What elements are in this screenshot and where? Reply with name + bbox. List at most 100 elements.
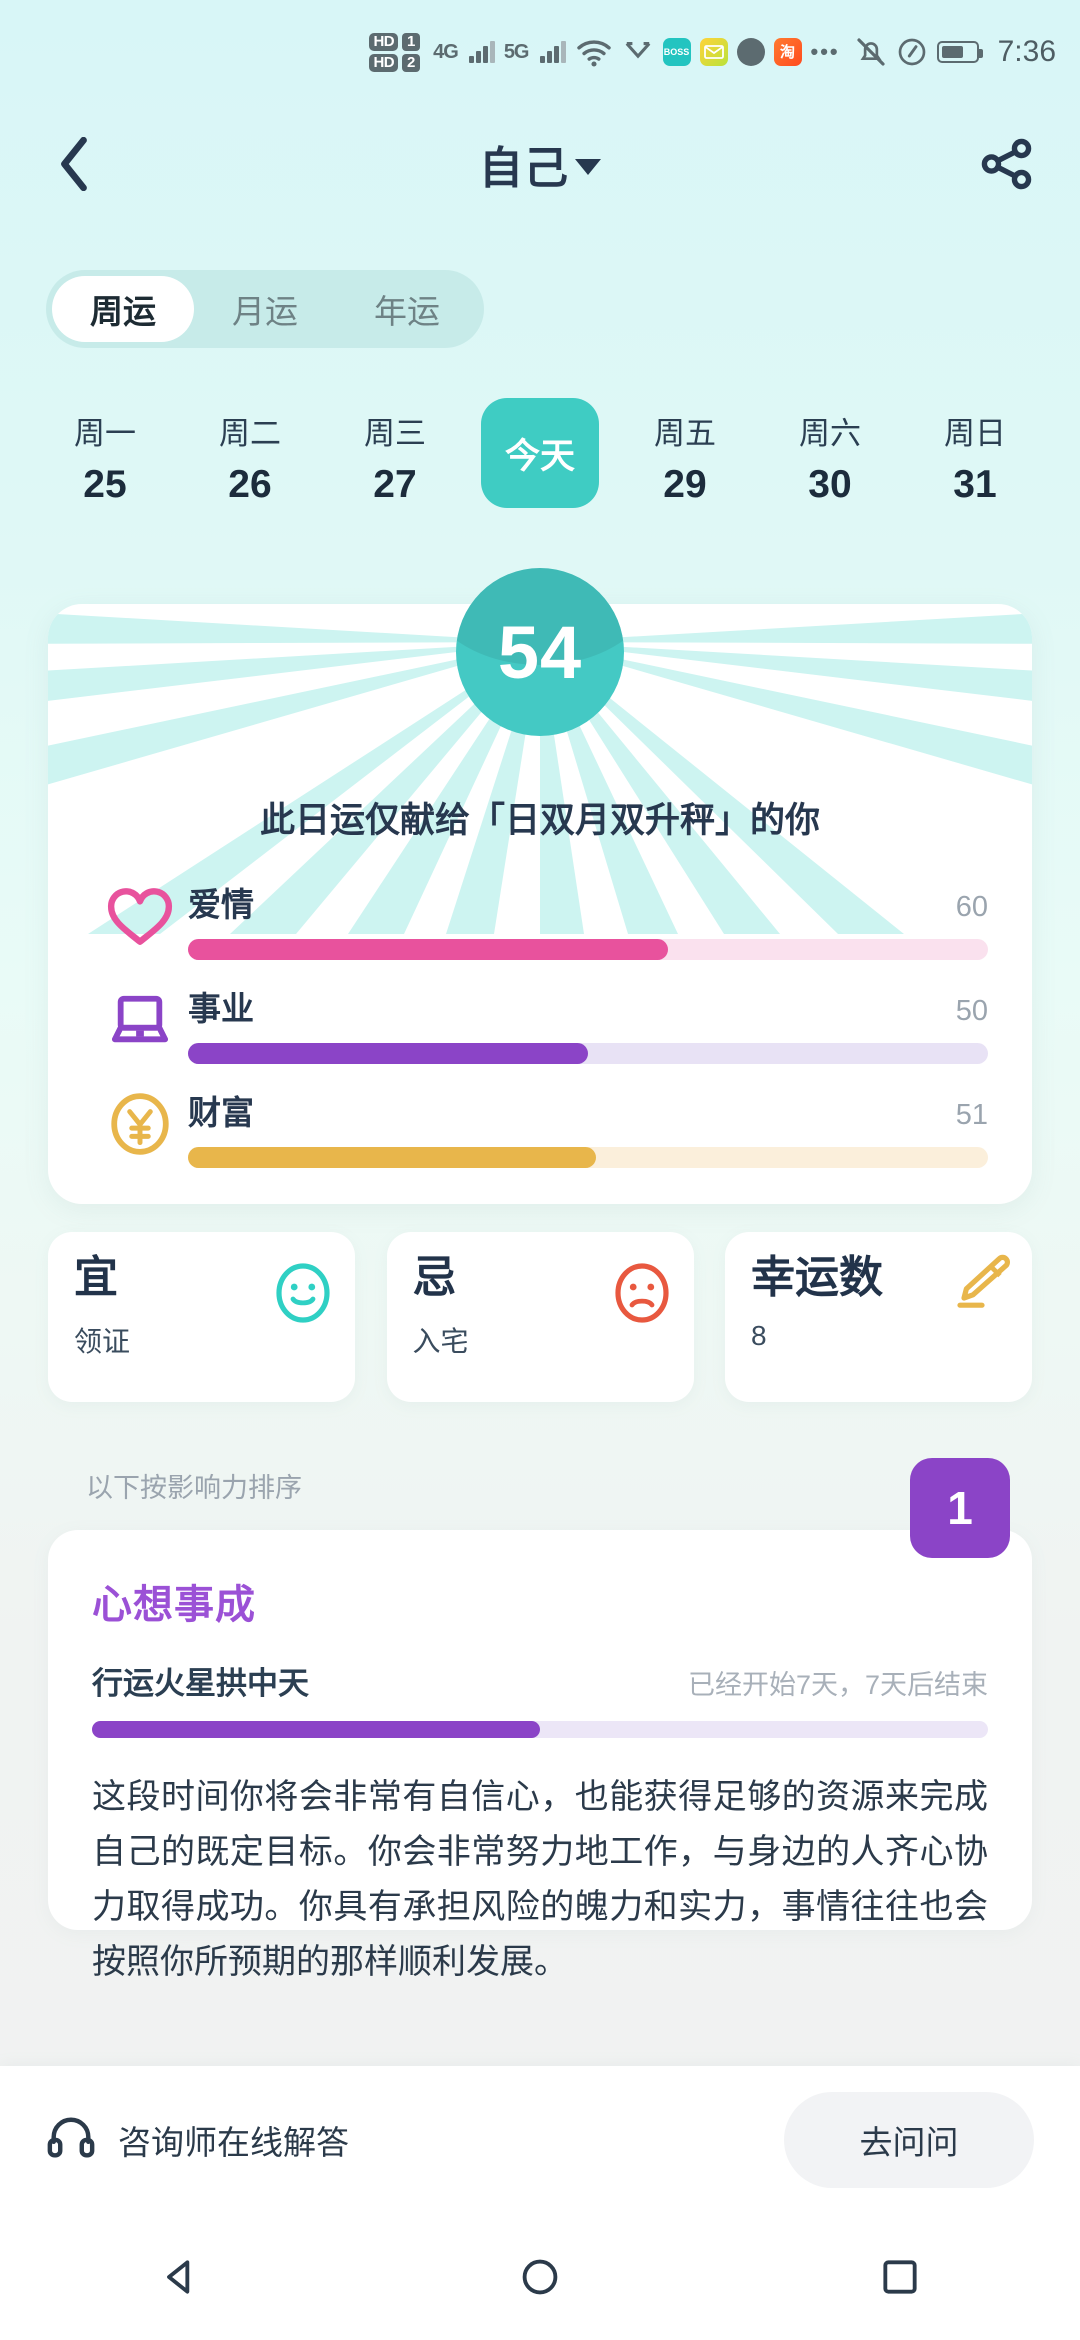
fortune-track [188,1147,988,1168]
fortune-track [188,939,988,960]
triangle-back-icon[interactable] [145,2242,215,2312]
share-button[interactable] [978,135,1036,193]
data-saver-icon [622,38,654,66]
day-cell-mon[interactable]: 周一 25 [46,398,164,508]
hd-row-sim1: HD 1 [369,32,421,51]
week-day-selector: 周一 25 周二 26 周三 27 今天 周五 29 周六 30 周日 31 [0,398,1080,508]
hd-label-2: HD [369,53,399,72]
fortune-track [188,1043,988,1064]
ask-button[interactable]: 去问问 [784,2092,1034,2188]
marker-pen-icon [954,1254,1016,1315]
heart-icon [92,874,188,958]
day-cell-fri[interactable]: 周五 29 [626,398,744,508]
day-weekday: 周二 [219,416,281,451]
fortune-score-bubble: 54 [456,568,624,736]
status-bar: HD 1 HD 2 4G 5G BOSS 淘 ••• 7:36 [0,0,1080,104]
day-weekday: 今天 [504,436,575,476]
day-cell-sun[interactable]: 周日 31 [916,398,1034,508]
day-cell-tue[interactable]: 周二 26 [191,398,309,508]
fortune-subtitle: 此日运仅献给「日双月双升秤」的你 [259,801,820,840]
phone-screen: HD 1 HD 2 4G 5G BOSS 淘 ••• 7:36 自己 周运 月运… [0,0,1080,2340]
share-icon [981,138,1032,190]
headset-icon [46,2113,96,2168]
sim-number-1: 1 [402,32,421,51]
fortune-value: 51 [955,1099,988,1131]
mini-card-unfavorable[interactable]: 忌 入宅 [386,1232,694,1402]
day-weekday: 周日 [944,416,1006,451]
fortune-score-bars: 爱情 60 事业 50 财富 51 [48,866,1032,1178]
daily-advice-cards: 宜 领证 忌 入宅 幸运数 8 [48,1232,1032,1402]
speedometer-icon [896,36,928,68]
transit-progress-track [92,1721,988,1738]
nav-bar: 自己 [0,104,1080,224]
hd-row-sim2: HD 2 [369,53,421,72]
day-number: 25 [83,463,127,506]
signal-bars-2 [539,41,566,63]
day-number: 30 [808,463,852,506]
fortune-row-love: 爱情 60 [92,866,988,970]
bell-muted-icon [855,36,887,68]
hd-label-1: HD [369,32,399,51]
transit-description: 这段时间你将会非常有自信心，也能获得足够的资源来完成自己的既定目标。你会非常努力… [92,1778,988,1982]
fortune-label: 财富 [188,1094,254,1131]
tab-monthly[interactable]: 月运 [194,276,336,342]
fortune-fill [188,939,668,960]
day-number: 26 [228,463,272,506]
wifi-icon [575,37,613,67]
chat-bubble-icon [736,38,765,66]
day-number: 27 [373,463,417,506]
tab-weekly[interactable]: 周运 [52,276,194,342]
transit-subtitle: 行运火星拱中天 [92,1666,309,1701]
android-nav-bar [0,2214,1080,2340]
consult-bar: 咨询师在线解答 去问问 [0,2066,1080,2214]
fortune-value: 60 [955,891,988,923]
fortune-label: 事业 [188,990,254,1027]
transit-progress-fill [92,1721,540,1738]
battery-icon [936,41,983,63]
smiley-sad-icon [614,1262,670,1329]
yen-coin-icon [92,1082,188,1166]
boss-zhipin-icon: BOSS [662,38,691,66]
smiley-happy-icon [275,1262,331,1329]
square-recents-icon[interactable] [865,2242,935,2312]
day-cell-sat[interactable]: 周六 30 [771,398,889,508]
mail-icon [699,38,728,66]
transit-rank-badge: 1 [910,1458,1010,1558]
fortune-row-career: 事业 50 [92,970,988,1074]
fortune-value: 50 [955,995,988,1027]
laptop-icon [92,978,188,1062]
day-number: 31 [953,463,997,506]
network-type-2: 5G [503,40,530,63]
fortune-fill [188,1147,596,1168]
circle-home-icon[interactable] [505,2242,575,2312]
fortune-label: 爱情 [188,886,254,923]
chevron-down-icon [575,159,601,175]
network-type-1: 4G [433,40,459,63]
day-weekday: 周三 [364,416,426,451]
mini-card-favorable[interactable]: 宜 领证 [48,1232,355,1402]
day-weekday: 周六 [799,416,861,451]
mini-card-lucky-number[interactable]: 幸运数 8 [725,1232,1032,1402]
volte-hd-indicators: HD 1 HD 2 [369,32,421,72]
profile-selector[interactable]: 自己 [0,132,1080,196]
transit-duration-meta: 已经开始7天，7天后结束 [687,1670,988,1700]
consult-text: 咨询师在线解答 [118,2124,349,2161]
fortune-fill [188,1043,588,1064]
overflow-dots-icon: ••• [810,39,840,64]
day-weekday: 周一 [74,416,136,451]
page-title: 自己 [479,144,569,193]
day-cell-wed[interactable]: 周三 27 [336,398,454,508]
sort-hint-text: 以下按影响力排序 [86,1473,302,1503]
taobao-icon: 淘 [773,38,802,66]
signal-bars-1 [468,41,495,63]
sim-number-2: 2 [402,53,421,72]
transit-card[interactable]: 1 心想事成 行运火星拱中天 已经开始7天，7天后结束 这段时间你将会非常有自信… [48,1458,1032,1981]
transit-title: 心想事成 [92,1583,256,1627]
fortune-score-value: 54 [497,610,583,694]
consult-prompt[interactable]: 咨询师在线解答 [46,2113,784,2168]
day-cell-today[interactable]: 今天 [481,398,599,508]
tab-yearly[interactable]: 年运 [336,276,478,342]
fortune-row-wealth: 财富 51 [92,1074,988,1178]
day-weekday: 周五 [654,416,716,451]
mini-subtitle: 8 [751,1320,767,1351]
